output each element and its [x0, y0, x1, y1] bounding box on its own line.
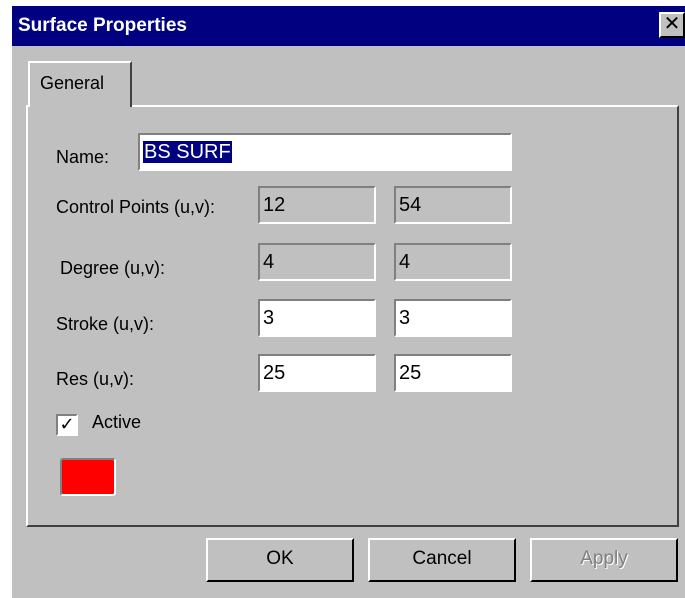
degree-v-field: 4 [394, 243, 512, 281]
degree-label: Degree (u,v): [60, 258, 166, 278]
cancel-button[interactable]: Cancel [368, 538, 516, 582]
dialog-title: Surface Properties [18, 15, 187, 36]
name-input[interactable]: BS SURF [138, 133, 512, 171]
tab-general[interactable]: General [28, 61, 132, 107]
apply-button[interactable]: Apply [530, 538, 678, 582]
control-points-u-field: 12 [258, 186, 376, 224]
close-icon[interactable]: ✕ [659, 12, 685, 38]
res-u-input[interactable]: 25 [258, 354, 376, 392]
tab-general-label: General [40, 73, 105, 93]
res-label: Res (u,v): [56, 369, 135, 389]
ok-button[interactable]: OK [206, 538, 354, 582]
res-v-input[interactable]: 25 [394, 354, 512, 392]
control-points-label: Control Points (u,v): [56, 197, 216, 217]
active-label[interactable]: Active [92, 412, 141, 433]
color-swatch[interactable] [60, 458, 116, 496]
stroke-label: Stroke (u,v): [56, 314, 155, 334]
control-points-v-field: 54 [394, 186, 512, 224]
surface-properties-dialog: Surface Properties ✕ General Name: BS SU… [12, 6, 685, 598]
name-input-value: BS SURF [143, 141, 232, 163]
stroke-u-input[interactable]: 3 [258, 299, 376, 337]
degree-u-field: 4 [258, 243, 376, 281]
active-checkbox[interactable]: ✓ [56, 414, 78, 436]
title-bar[interactable]: Surface Properties ✕ [12, 6, 685, 46]
stroke-v-input[interactable]: 3 [394, 299, 512, 337]
name-label: Name: [56, 147, 110, 167]
